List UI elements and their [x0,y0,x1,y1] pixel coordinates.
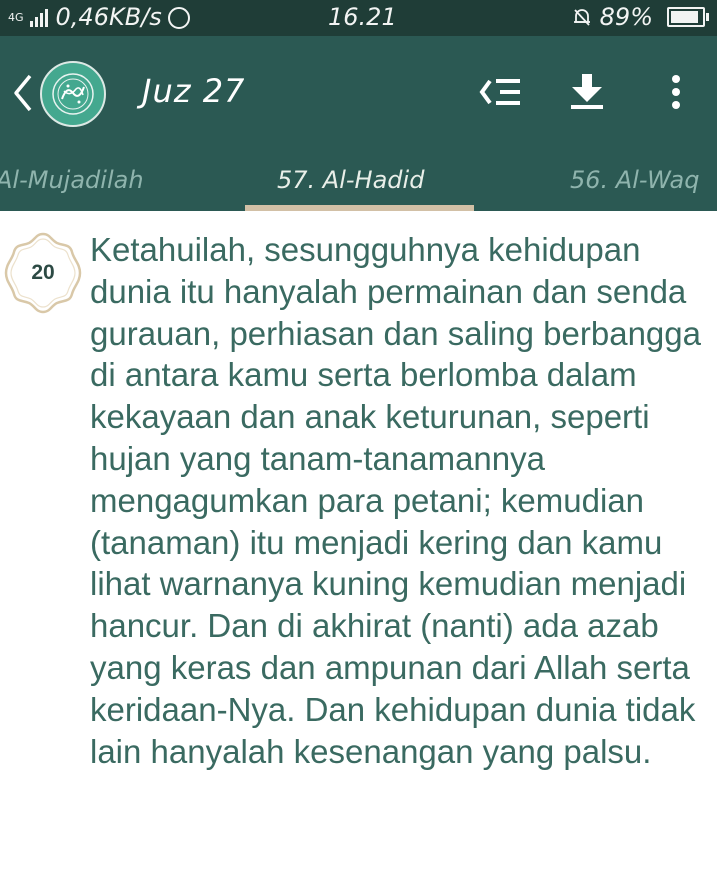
status-time: 16.21 [328,3,397,31]
status-bar: 4G 0,46KB/s 16.21 89% [0,0,717,36]
page-title: Juz 27 [142,72,246,110]
battery-level: 89% [599,3,653,31]
ayah-number: 20 [31,261,55,284]
ayah-number-badge: 20 [4,231,82,315]
download-button[interactable] [563,68,611,116]
tab-al-hadid[interactable]: 57. Al-Hadid [277,166,424,194]
network-type: 4G [8,10,24,24]
status-right: 89% [572,3,709,31]
alarm-icon [573,9,590,26]
more-options-button[interactable] [652,68,700,116]
surah-tabs: Al-Mujadilah 57. Al-Hadid 56. Al-Waq [0,154,717,211]
back-button[interactable] [8,70,38,116]
ayah-translation: Ketahuilah, sesungguhnya kehidupan dunia… [90,231,701,770]
ayah-content: 20 Ketahuilah, sesungguhnya kehidupan du… [0,211,717,879]
whatsapp-icon [167,7,190,29]
download-icon [571,74,603,109]
status-left: 4G 0,46KB/s [8,3,190,31]
tab-al-mujadilah[interactable]: Al-Mujadilah [0,166,144,194]
network-speed: 0,46KB/s [55,3,162,31]
app-bar: Juz 27 [0,36,717,154]
more-vert-icon [672,75,680,109]
tab-al-waqiah[interactable]: 56. Al-Waq [570,166,699,194]
list-button[interactable] [476,68,524,116]
battery-icon [667,7,709,27]
signal-bars-icon [29,7,48,27]
list-icon [479,79,520,105]
quran-logo-icon [40,61,106,127]
back-arrow-icon [14,74,32,112]
